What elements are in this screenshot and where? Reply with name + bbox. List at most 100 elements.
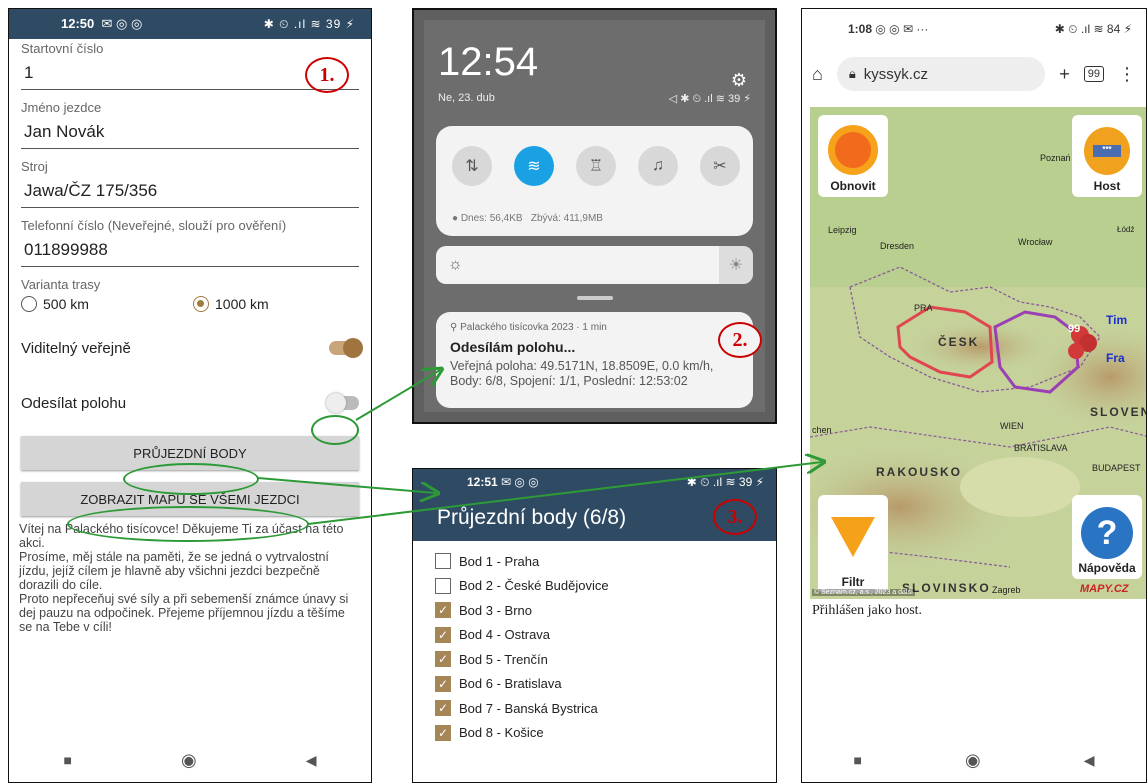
filter-button[interactable]: Filtr — [818, 495, 888, 593]
rider-name-input[interactable]: Jan Novák — [21, 115, 359, 149]
status-icons: ✉ ◎ ◎ — [501, 475, 539, 489]
radio-label: 1000 km — [215, 296, 269, 312]
checkbox[interactable]: ✓ — [435, 626, 451, 643]
checkbox[interactable]: ✓ — [435, 724, 451, 741]
public-toggle-row: Viditelný veřejně — [9, 322, 371, 374]
send-location-toggle[interactable] — [326, 393, 359, 413]
waypoint-label: Bod 2 - České Budějovice — [459, 578, 609, 594]
refresh-label: Obnovit — [830, 179, 876, 193]
recents-icon[interactable]: ■ — [854, 752, 862, 768]
list-item[interactable]: ✓ Bod 4 - Ostrava — [413, 623, 776, 648]
app-notification[interactable]: ⚲ Palackého tisícovka 2023 · 1 min Odesí… — [436, 312, 753, 408]
shade-date: Ne, 23. dub — [438, 92, 495, 104]
radio-label: 500 km — [43, 296, 89, 312]
android-nav-bar: ■ ◉ ◀ — [802, 738, 1146, 782]
radio-1000[interactable] — [193, 296, 209, 312]
map-label-rakousko: RAKOUSKO — [876, 465, 963, 479]
shade-background: 12:54 ⚙ Ne, 23. dub ◁ ✱ ⏲ .ıl ≋ 39 ⚡ ⇅ ≋… — [424, 20, 765, 412]
lock-icon: *** — [1084, 127, 1130, 175]
help-button[interactable]: ? Nápověda — [1072, 495, 1142, 579]
brightness-slider[interactable]: ☼ ☀ — [436, 246, 753, 284]
list-item[interactable]: ✓ Bod 3 - Brno — [413, 598, 776, 623]
url-text: kyssyk.cz — [863, 65, 928, 83]
status-icons: ◎ ◎ ✉ ··· — [875, 22, 929, 36]
checkbox[interactable]: ✓ — [435, 675, 451, 692]
help-icon: ? — [1081, 507, 1133, 559]
list-item[interactable]: Bod 1 - Praha — [413, 549, 776, 574]
home-icon[interactable]: ◉ — [965, 750, 981, 771]
field-rider-name: Jméno jezdce Jan Novák — [9, 100, 371, 149]
host-button[interactable]: *** Host — [1072, 115, 1142, 197]
route-option-500[interactable]: 500 km — [21, 296, 193, 312]
map-label-poznan: Poznań — [1040, 153, 1071, 163]
lock-icon: 🔒︎ — [848, 66, 856, 81]
screen-waypoints: 12:51 ✉ ◎ ◎ ✱ ⏲ .ıl ≋ 39 ⚡ Průjezdní bod… — [412, 468, 777, 783]
status-bar: 12:51 ✉ ◎ ◎ ✱ ⏲ .ıl ≋ 39 ⚡ — [413, 469, 776, 495]
route-option-1000[interactable]: 1000 km — [193, 296, 269, 312]
annotation-badge-3: 3. — [713, 499, 757, 535]
drag-handle[interactable] — [576, 296, 613, 300]
home-icon[interactable]: ◉ — [181, 750, 197, 771]
field-label: Jméno jezdce — [21, 100, 102, 115]
screen-registration: 12:50 ✉ ◎ ◎ ✱ ⏲ .ıl ≋ 39 ⚡ 1. Startovní … — [8, 8, 372, 783]
checkbox[interactable] — [435, 577, 451, 594]
checkbox[interactable]: ✓ — [435, 700, 451, 717]
login-status: Přihlášen jako host. — [812, 603, 923, 618]
phone-input[interactable]: 011899988 — [21, 233, 359, 267]
data-toggle-icon[interactable]: ⇅ — [452, 146, 492, 186]
waypoint-label: Bod 4 - Ostrava — [459, 627, 551, 643]
route-label: Varianta trasy — [21, 277, 101, 292]
checkbox[interactable]: ✓ — [435, 651, 451, 668]
checkbox[interactable]: ✓ — [435, 602, 451, 619]
map-view[interactable]: Poznań Leipzig Dresden Wrocław Łódź PRA … — [810, 107, 1146, 599]
list-item[interactable]: ✓ Bod 7 - Banská Bystrica — [413, 696, 776, 721]
notification-title: Odesílám polohu... — [450, 339, 576, 355]
flashlight-icon[interactable]: ♖ — [576, 146, 616, 186]
annotation-oval-map — [67, 506, 309, 542]
waypoint-label: Bod 8 - Košice — [459, 725, 544, 741]
data-left: Zbývá: 411,9MB — [530, 213, 603, 224]
machine-input[interactable]: Jawa/ČZ 175/356 — [21, 174, 359, 208]
android-nav-bar: ■ ◉ ◀ — [9, 738, 371, 782]
new-tab-icon[interactable]: + — [1059, 64, 1070, 85]
list-item[interactable]: ✓ Bod 8 - Košice — [413, 721, 776, 746]
radio-500[interactable] — [21, 296, 37, 312]
map-label-zagreb: Zagreb — [992, 585, 1021, 595]
waypoint-label: Bod 5 - Trenčín — [459, 651, 548, 667]
address-bar[interactable]: 🔒︎ kyssyk.cz — [836, 57, 1046, 91]
home-icon[interactable]: ⌂ — [812, 64, 823, 85]
screenshot-icon[interactable]: ✂ — [700, 146, 740, 186]
browser-toolbar: ⌂ 🔒︎ kyssyk.cz + 99 ⋮ — [802, 49, 1146, 99]
gear-icon[interactable]: ⚙ — [731, 70, 747, 91]
map-label-bratislava: BRATISLAVA — [1014, 443, 1068, 453]
refresh-button[interactable]: Obnovit — [818, 115, 888, 197]
location-pin-icon: ⚲ — [450, 322, 458, 333]
map-label-leipzig: Leipzig — [828, 225, 857, 235]
tabs-count[interactable]: 99 — [1083, 66, 1104, 82]
notification-app: ⚲ Palackého tisícovka 2023 · 1 min — [450, 322, 739, 333]
checkbox[interactable] — [435, 553, 451, 570]
funnel-icon — [831, 517, 875, 557]
back-icon[interactable]: ◀ — [1084, 752, 1095, 769]
list-item[interactable]: ✓ Bod 5 - Trenčín — [413, 647, 776, 672]
status-right-icons: ✱ ⏲ .ıl ≋ 39 ⚡ — [686, 474, 764, 489]
field-machine: Stroj Jawa/ČZ 175/356 — [9, 159, 371, 208]
status-right-icons: ✱ ⏲ .ıl ≋ 39 ⚡ — [263, 16, 355, 31]
status-bar: 12:50 ✉ ◎ ◎ ✱ ⏲ .ıl ≋ 39 ⚡ — [9, 9, 371, 39]
map-rider-label: Fra — [1106, 351, 1125, 365]
list-item[interactable]: Bod 2 - České Budějovice — [413, 574, 776, 599]
notification-app-label: Palackého tisícovka 2023 · 1 min — [460, 322, 607, 333]
bell-icon[interactable]: ♫ — [638, 146, 678, 186]
public-toggle[interactable] — [329, 338, 363, 358]
wifi-toggle-icon[interactable]: ≋ — [514, 146, 554, 186]
data-today: Dnes: 56,4KB — [460, 213, 523, 224]
map-marker[interactable]: 99 — [1068, 323, 1080, 335]
send-location-label: Odesílat polohu — [21, 394, 127, 412]
back-icon[interactable]: ◀ — [306, 752, 317, 769]
map-rider-label: Tim — [1106, 313, 1128, 327]
menu-icon[interactable]: ⋮ — [1118, 64, 1136, 85]
list-item[interactable]: ✓ Bod 6 - Bratislava — [413, 672, 776, 697]
status-icons: ✉ ◎ ◎ — [101, 16, 143, 31]
recents-icon[interactable]: ■ — [64, 752, 72, 768]
screen-notification-shade: 12:54 ⚙ Ne, 23. dub ◁ ✱ ⏲ .ıl ≋ 39 ⚡ ⇅ ≋… — [412, 8, 777, 424]
